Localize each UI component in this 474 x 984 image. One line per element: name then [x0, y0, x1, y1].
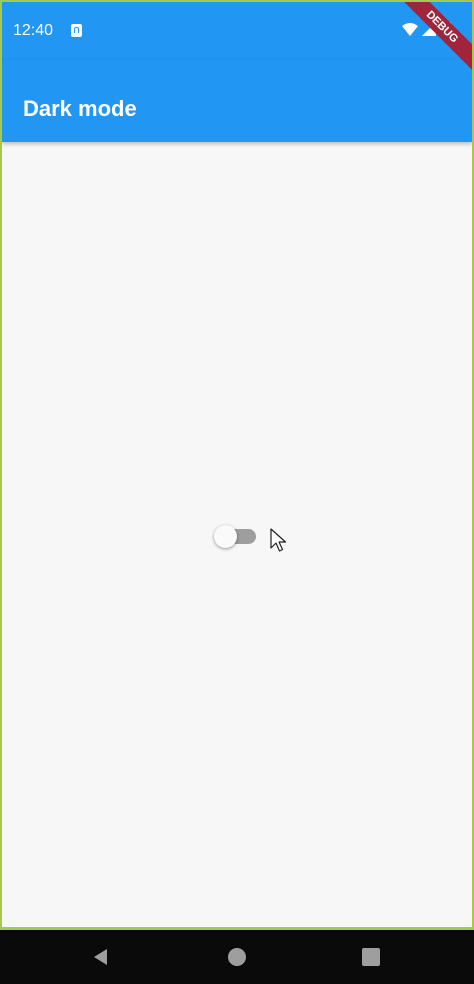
- text-a-icon: [71, 24, 82, 37]
- app-window: 12:40 DEBUG Dark mode: [0, 0, 474, 930]
- dark-mode-switch[interactable]: [214, 524, 260, 550]
- recents-icon[interactable]: [360, 946, 382, 968]
- switch-thumb: [214, 525, 237, 548]
- mouse-cursor-icon: [270, 528, 287, 552]
- app-bar: Dark mode: [2, 60, 472, 142]
- back-icon[interactable]: [90, 946, 112, 968]
- page-title: Dark mode: [23, 96, 137, 121]
- status-bar: 12:40: [2, 2, 472, 60]
- wifi-icon: [402, 23, 418, 36]
- status-time: 12:40: [13, 22, 54, 39]
- navigation-bar: [0, 930, 474, 984]
- home-icon[interactable]: [226, 946, 248, 968]
